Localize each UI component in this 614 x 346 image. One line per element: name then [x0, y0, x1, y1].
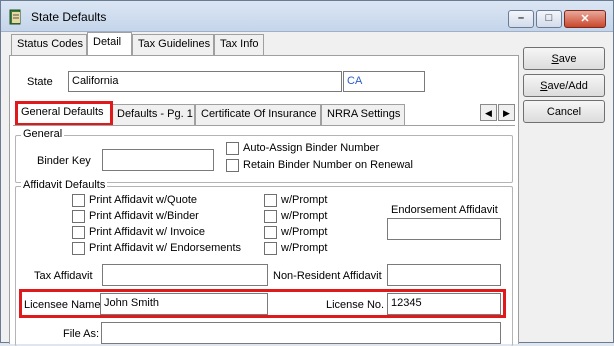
close-icon: ✕ — [580, 13, 590, 25]
minimize-icon: – — [517, 12, 525, 24]
cancel-button[interactable]: Cancel — [523, 100, 605, 123]
general-legend: General — [21, 128, 65, 140]
prompt-binder-checkbox[interactable] — [264, 210, 277, 223]
highlight-general-defaults — [15, 101, 113, 126]
chevron-right-icon: ▶ — [503, 108, 510, 118]
tax-affidavit-label: Tax Affidavit — [34, 270, 93, 282]
state-label: State — [27, 76, 53, 88]
highlight-licensee-row — [19, 289, 506, 318]
general-defaults-page: General Binder Key Auto-Assign Binder Nu… — [13, 125, 515, 346]
maximize-icon: □ — [545, 12, 553, 24]
prompt-quote-checkbox[interactable] — [264, 194, 277, 207]
close-button[interactable]: ✕ — [564, 10, 606, 28]
tab-detail[interactable]: Detail — [87, 32, 132, 55]
file-as-label: File As: — [63, 328, 100, 340]
tab-scroll-right-button[interactable]: ▶ — [498, 104, 515, 121]
prompt-quote-label: w/Prompt — [281, 194, 328, 206]
tab-label: Certificate Of Insurance — [201, 108, 317, 120]
nonresident-affidavit-field[interactable] — [387, 264, 501, 286]
print-endorsements-checkbox[interactable] — [72, 242, 85, 255]
detail-panel: State California CA General Defaults Def… — [9, 55, 519, 346]
print-invoice-checkbox[interactable] — [72, 226, 85, 239]
file-as-field[interactable] — [101, 322, 501, 344]
tab-label: Defaults - Pg. 1 — [117, 108, 193, 120]
tab-label: Status Codes — [17, 38, 84, 50]
auto-assign-label: Auto-Assign Binder Number — [243, 142, 380, 154]
save-add-label: ave/Add — [547, 80, 588, 92]
prompt-endorsements-checkbox[interactable] — [264, 242, 277, 255]
save-label: ave — [558, 53, 577, 65]
tab-label: Tax Info — [220, 38, 259, 50]
app-icon — [9, 9, 21, 25]
nonresident-affidavit-label: Non-Resident Affidavit — [273, 270, 382, 282]
print-binder-checkbox[interactable] — [72, 210, 85, 223]
print-endorsements-label: Print Affidavit w/ Endorsements — [89, 242, 242, 254]
print-quote-checkbox[interactable] — [72, 194, 85, 207]
binder-key-field[interactable] — [102, 149, 214, 171]
tab-tax-guidelines[interactable]: Tax Guidelines — [132, 34, 214, 55]
state-defaults-window: State Defaults – □ ✕ Status Codes Detail… — [0, 0, 614, 346]
print-quote-label: Print Affidavit w/Quote — [89, 194, 198, 206]
tab-label: Detail — [93, 36, 122, 48]
save-add-button[interactable]: Save/Add — [523, 74, 605, 97]
tab-status-codes[interactable]: Status Codes — [11, 34, 87, 55]
prompt-binder-label: w/Prompt — [281, 210, 328, 222]
tab-tax-info[interactable]: Tax Info — [214, 34, 264, 55]
window-title: State Defaults — [31, 10, 107, 24]
minimize-button[interactable]: – — [508, 10, 534, 28]
save-button[interactable]: Save — [523, 47, 605, 70]
affidavit-legend: Affidavit Defaults — [21, 179, 108, 191]
state-code-field[interactable]: CA — [343, 71, 425, 92]
tab-scroll-left-button[interactable]: ◀ — [480, 104, 497, 121]
retain-binder-checkbox[interactable] — [226, 159, 239, 172]
tax-affidavit-field[interactable] — [102, 264, 268, 286]
print-invoice-label: Print Affidavit w/ Invoice — [89, 226, 205, 238]
maximize-button[interactable]: □ — [536, 10, 562, 28]
auto-assign-checkbox[interactable] — [226, 142, 239, 155]
title-bar: State Defaults – □ ✕ — [1, 1, 613, 32]
tab-certificate-of-insurance[interactable]: Certificate Of Insurance — [195, 104, 321, 125]
save-access-key: S — [551, 53, 559, 65]
cancel-label: Cancel — [546, 106, 582, 118]
prompt-invoice-checkbox[interactable] — [264, 226, 277, 239]
tab-label: NRRA Settings — [327, 108, 401, 120]
prompt-endorsements-label: w/Prompt — [281, 242, 328, 254]
prompt-invoice-label: w/Prompt — [281, 226, 328, 238]
retain-binder-label: Retain Binder Number on Renewal — [243, 159, 413, 171]
tab-defaults-pg1[interactable]: Defaults - Pg. 1 — [111, 104, 195, 125]
tab-label: Tax Guidelines — [138, 38, 211, 50]
chevron-left-icon: ◀ — [485, 108, 492, 118]
binder-key-label: Binder Key — [37, 155, 91, 167]
endorsement-affidavit-label: Endorsement Affidavit — [391, 204, 498, 216]
endorsement-affidavit-field[interactable] — [387, 218, 501, 240]
tab-nrra-settings[interactable]: NRRA Settings — [321, 104, 405, 125]
print-binder-label: Print Affidavit w/Binder — [89, 210, 199, 222]
state-name-field[interactable]: California — [68, 71, 342, 92]
